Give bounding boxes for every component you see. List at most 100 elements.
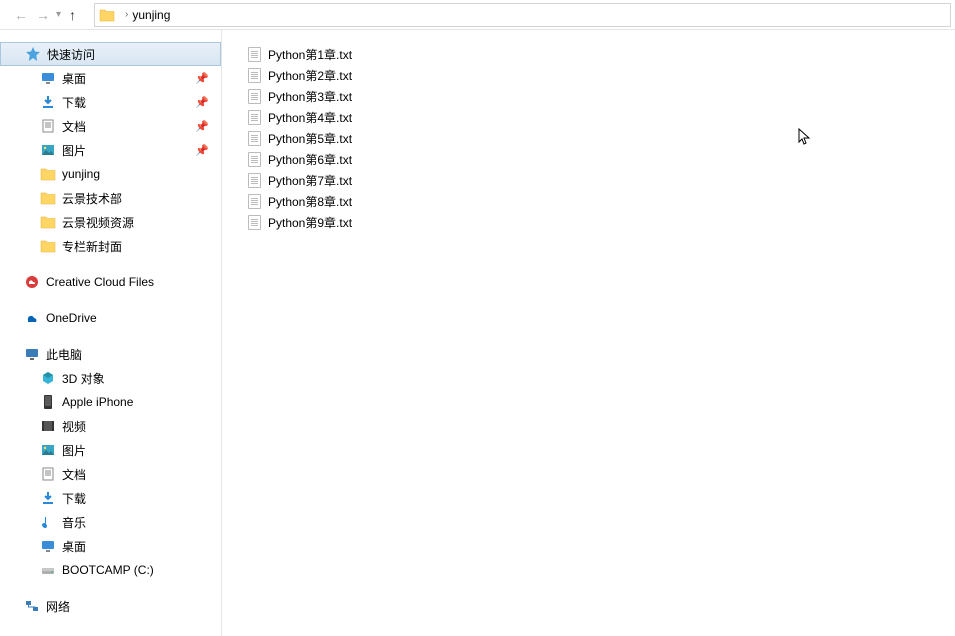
file-name: Python第9章.txt: [268, 214, 352, 231]
sidebar-item-label: 下载: [62, 94, 86, 111]
phone-icon: [40, 394, 56, 410]
download-icon: [40, 490, 56, 506]
sidebar-pinned-item[interactable]: 文档 📌: [0, 114, 221, 138]
sidebar-thispc-item[interactable]: 文档: [0, 462, 221, 486]
sidebar-recent-folder[interactable]: yunjing: [0, 162, 221, 186]
this-pc[interactable]: 此电脑: [0, 342, 221, 366]
txt-file-icon: [246, 47, 262, 63]
network[interactable]: 网络: [0, 594, 221, 618]
txt-file-icon: [246, 152, 262, 168]
sidebar-pinned-item[interactable]: 下载 📌: [0, 90, 221, 114]
file-item[interactable]: Python第8章.txt: [242, 191, 935, 212]
pin-icon: 📌: [195, 96, 209, 109]
folder-icon: [99, 7, 115, 23]
network-label: 网络: [46, 598, 70, 615]
star-icon: [25, 46, 41, 62]
desktop-icon: [40, 70, 56, 86]
sidebar-item-label: 图片: [62, 142, 86, 159]
pin-icon: 📌: [195, 72, 209, 85]
file-item[interactable]: Python第1章.txt: [242, 44, 935, 65]
onedrive[interactable]: OneDrive: [0, 306, 221, 330]
sidebar-recent-folder[interactable]: 云景视频资源: [0, 210, 221, 234]
sidebar-pinned-item[interactable]: 桌面 📌: [0, 66, 221, 90]
sidebar-item-label: Apple iPhone: [62, 395, 133, 409]
pin-icon: 📌: [195, 120, 209, 133]
forward-button[interactable]: →: [36, 7, 50, 23]
sidebar-item-label: 专栏新封面: [62, 238, 122, 255]
folder-icon: [40, 238, 56, 254]
sidebar-thispc-item[interactable]: Apple iPhone: [0, 390, 221, 414]
sidebar-item-label: 3D 对象: [62, 370, 105, 387]
txt-file-icon: [246, 173, 262, 189]
sidebar-thispc-item[interactable]: 音乐: [0, 510, 221, 534]
download-icon: [40, 94, 56, 110]
picture-icon: [40, 442, 56, 458]
sidebar-thispc-item[interactable]: BOOTCAMP (C:): [0, 558, 221, 582]
folder-icon: [40, 190, 56, 206]
file-name: Python第1章.txt: [268, 46, 352, 63]
creative-cloud-icon: [24, 274, 40, 290]
sidebar-item-label: 下载: [62, 490, 86, 507]
file-name: Python第3章.txt: [268, 88, 352, 105]
sidebar-thispc-item[interactable]: 3D 对象: [0, 366, 221, 390]
file-name: Python第5章.txt: [268, 130, 352, 147]
breadcrumb-current[interactable]: yunjing: [132, 8, 170, 22]
txt-file-icon: [246, 110, 262, 126]
history-dropdown[interactable]: ▾: [56, 9, 61, 20]
sidebar-item-label: 文档: [62, 118, 86, 135]
sidebar-item-label: 音乐: [62, 514, 86, 531]
file-list: Python第1章.txt Python第2章.txt Python第3章.txt P…: [222, 30, 955, 636]
sidebar-thispc-item[interactable]: 桌面: [0, 534, 221, 558]
sidebar-item-label: 文档: [62, 466, 86, 483]
sidebar-item-label: 云景视频资源: [62, 214, 134, 231]
txt-file-icon: [246, 215, 262, 231]
sidebar-recent-folder[interactable]: 专栏新封面: [0, 234, 221, 258]
sidebar-thispc-item[interactable]: 下载: [0, 486, 221, 510]
file-item[interactable]: Python第5章.txt: [242, 128, 935, 149]
sidebar-item-label: 桌面: [62, 538, 86, 555]
this-pc-label: 此电脑: [46, 346, 82, 363]
file-item[interactable]: Python第7章.txt: [242, 170, 935, 191]
sidebar-item-label: 视频: [62, 418, 86, 435]
nav-buttons: ← → ▾ ↑: [4, 7, 86, 23]
video-icon: [40, 418, 56, 434]
file-item[interactable]: Python第3章.txt: [242, 86, 935, 107]
music-icon: [40, 514, 56, 530]
creative-cloud-label: Creative Cloud Files: [46, 275, 154, 289]
txt-file-icon: [246, 68, 262, 84]
sidebar-item-label: 图片: [62, 442, 86, 459]
onedrive-label: OneDrive: [46, 311, 97, 325]
onedrive-icon: [24, 310, 40, 326]
desktop-icon: [40, 538, 56, 554]
file-item[interactable]: Python第9章.txt: [242, 212, 935, 233]
sidebar-recent-folder[interactable]: 云景技术部: [0, 186, 221, 210]
sidebar-item-label: BOOTCAMP (C:): [62, 563, 154, 577]
creative-cloud[interactable]: Creative Cloud Files: [0, 270, 221, 294]
file-item[interactable]: Python第2章.txt: [242, 65, 935, 86]
up-button[interactable]: ↑: [69, 7, 76, 23]
sidebar: 快速访问 桌面 📌 下载 📌 文档 📌 图片📌 yunjing 云景技术部云景视频资源专栏新封…: [0, 30, 222, 636]
file-name: Python第8章.txt: [268, 193, 352, 210]
txt-file-icon: [246, 89, 262, 105]
folder-icon: [40, 166, 56, 182]
file-name: Python第6章.txt: [268, 151, 352, 168]
sidebar-item-label: 云景技术部: [62, 190, 122, 207]
quick-access[interactable]: 快速访问: [0, 42, 221, 66]
file-item[interactable]: Python第6章.txt: [242, 149, 935, 170]
pc-icon: [24, 346, 40, 362]
file-item[interactable]: Python第4章.txt: [242, 107, 935, 128]
sidebar-thispc-item[interactable]: 图片: [0, 438, 221, 462]
back-button[interactable]: ←: [14, 7, 28, 23]
address-bar[interactable]: › yunjing: [94, 3, 951, 27]
document-icon: [40, 118, 56, 134]
sidebar-pinned-item[interactable]: 图片📌: [0, 138, 221, 162]
drive-icon: [40, 562, 56, 578]
txt-file-icon: [246, 194, 262, 210]
sidebar-thispc-item[interactable]: 视频: [0, 414, 221, 438]
quick-access-label: 快速访问: [47, 46, 95, 63]
txt-file-icon: [246, 131, 262, 147]
file-name: Python第7章.txt: [268, 172, 352, 189]
breadcrumb-separator: ›: [125, 9, 128, 20]
sidebar-item-label: 桌面: [62, 70, 86, 87]
sidebar-item-label: yunjing: [62, 167, 100, 181]
